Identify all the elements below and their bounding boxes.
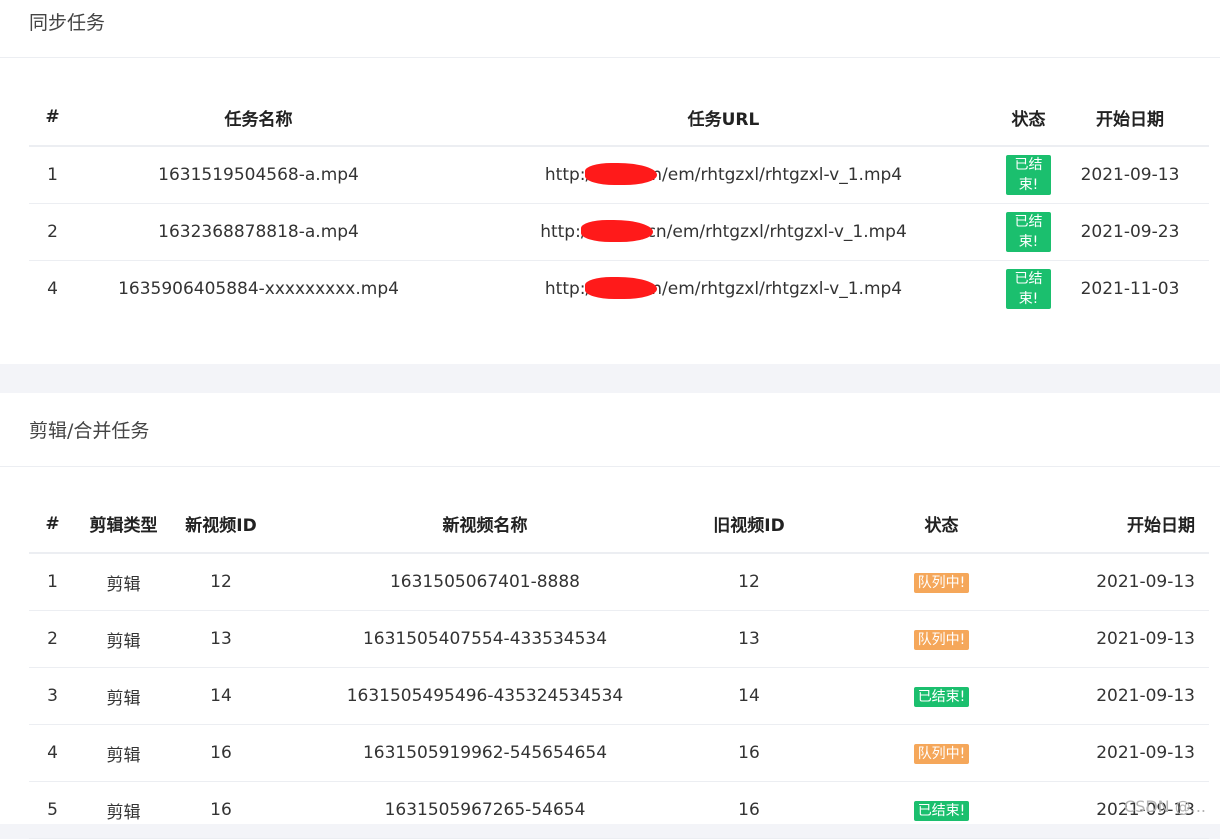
url-suffix: cn/em/rhtgzxl/rhtgzxl-v_1.mp4 bbox=[646, 222, 907, 242]
status-cell: 队列中! bbox=[799, 610, 1084, 668]
start-date: 2021-09-13 bbox=[1084, 553, 1209, 611]
task-name: 1635906405884-xxxxxxxxx.mp4 bbox=[118, 279, 399, 299]
url-suffix: n/em/rhtgzxl/rhtgzxl-v_1.mp4 bbox=[651, 279, 903, 299]
redaction-mark bbox=[585, 163, 658, 185]
old-video-id: 13 bbox=[699, 610, 799, 668]
col-index-header: # bbox=[29, 495, 76, 554]
new-video-name: 1631505495496-435324534534 bbox=[271, 667, 699, 725]
redaction-mark bbox=[580, 220, 653, 242]
table-row: 2 1632368878818-a.mp4 http:/ cn/em/rhtgzxl/… bbox=[29, 203, 1209, 261]
redaction-mark bbox=[585, 277, 658, 299]
edit-type: 剪辑 bbox=[76, 553, 171, 611]
col-edit-type-header: 剪辑类型 bbox=[76, 495, 171, 554]
table-row: 2 剪辑 13 1631505407554-433534534 13 队列中! 2021-0… bbox=[29, 610, 1209, 668]
col-start-date-header: 开始日期 bbox=[1051, 89, 1209, 147]
old-video-id: 12 bbox=[699, 553, 799, 611]
status-cell: 已结束! bbox=[799, 667, 1084, 725]
status-badge: 已结束! bbox=[1006, 269, 1051, 309]
start-date: 2021-09-13 bbox=[1084, 667, 1209, 725]
row-index: 4 bbox=[47, 279, 58, 299]
edit-task-title: 剪辑/合并任务 bbox=[0, 393, 1220, 467]
col-start-date-header: 开始日期 bbox=[1084, 495, 1209, 554]
edit-table-header-row: # 剪辑类型 新视频ID 新视频名称 旧视频ID 状态 开始日期 bbox=[29, 495, 1209, 554]
url-prefix: http:/ bbox=[540, 222, 587, 242]
row-index: 1 bbox=[29, 146, 76, 204]
edit-type: 剪辑 bbox=[76, 781, 171, 839]
table-row: 5 剪辑 16 1631505967265-54654 16 已结束! 2021-09-13 bbox=[29, 781, 1209, 839]
edit-task-table: # 剪辑类型 新视频ID 新视频名称 旧视频ID 状态 开始日期 1 剪辑 12 16… bbox=[29, 495, 1209, 839]
new-video-id: 13 bbox=[171, 610, 271, 668]
new-video-name: 1631505407554-433534534 bbox=[271, 610, 699, 668]
start-date: 2021-09-13 bbox=[1051, 146, 1209, 204]
row-index: 2 bbox=[29, 203, 76, 261]
status-cell: 已结束! bbox=[1006, 203, 1051, 261]
status-badge: 已结束! bbox=[913, 686, 970, 707]
old-video-id: 16 bbox=[699, 724, 799, 782]
table-row: 1 剪辑 12 1631505067401-8888 12 队列中! 2021-09-13 bbox=[29, 553, 1209, 611]
new-video-id: 16 bbox=[171, 781, 271, 839]
new-video-id: 16 bbox=[171, 724, 271, 782]
sync-table-header-row: # 任务名称 任务URL 状态 开始日期 bbox=[29, 89, 1209, 147]
table-row: 4 剪辑 16 1631505919962-545654654 16 队列中! 2021-0… bbox=[29, 724, 1209, 782]
old-video-id: 14 bbox=[699, 667, 799, 725]
edit-type: 剪辑 bbox=[76, 610, 171, 668]
edit-type: 剪辑 bbox=[76, 724, 171, 782]
col-new-video-name-header: 新视频名称 bbox=[271, 495, 699, 554]
status-cell: 队列中! bbox=[799, 724, 1084, 782]
row-index: 1 bbox=[29, 553, 76, 611]
new-video-name: 1631505967265-54654 bbox=[271, 781, 699, 839]
task-name: 1631519504568-a.mp4 bbox=[76, 146, 441, 204]
old-video-id: 16 bbox=[699, 781, 799, 839]
task-url: http:/n/em/rhtgzxl/rhtgzxl-v_1.mp4 bbox=[441, 146, 1006, 204]
row-index: 5 bbox=[29, 781, 76, 839]
sync-task-card: 同步任务 # 任务名称 任务URL 状态 开始日期 1 1631519504568… bbox=[0, 0, 1220, 364]
status-badge: 已结束! bbox=[913, 800, 970, 821]
table-row: 3 剪辑 14 1631505495496-435324534534 14 已结束! 202… bbox=[29, 667, 1209, 725]
row-index: 4 bbox=[29, 724, 76, 782]
task-name: 1632368878818-a.mp4 bbox=[76, 203, 441, 261]
table-row: 1 1631519504568-a.mp4 http:/n/em/rhtgzxl/r… bbox=[29, 146, 1209, 204]
url-suffix: n/em/rhtgzxl/rhtgzxl-v_1.mp4 bbox=[651, 165, 903, 185]
edit-type: 剪辑 bbox=[76, 667, 171, 725]
row-index: 2 bbox=[29, 610, 76, 668]
new-video-name: 1631505919962-545654654 bbox=[271, 724, 699, 782]
status-cell: 已结束! bbox=[1006, 261, 1051, 318]
col-index-header: # bbox=[29, 89, 76, 147]
sync-task-table: # 任务名称 任务URL 状态 开始日期 1 1631519504568-a.mp… bbox=[29, 89, 1209, 317]
status-badge: 队列中! bbox=[913, 572, 970, 593]
sync-task-title: 同步任务 bbox=[0, 0, 1220, 58]
col-status-header: 状态 bbox=[799, 495, 1084, 554]
col-new-video-id-header: 新视频ID bbox=[171, 495, 271, 554]
start-date: 2021-09-13 bbox=[1084, 610, 1209, 668]
start-date: 2021-11-03 bbox=[1080, 279, 1180, 299]
status-badge: 已结束! bbox=[1006, 155, 1051, 195]
csdn-watermark: CSDN @... bbox=[1124, 797, 1206, 816]
start-date: 2021-09-13 bbox=[1084, 724, 1209, 782]
new-video-id: 12 bbox=[171, 553, 271, 611]
status-badge: 已结束! bbox=[1006, 212, 1051, 252]
status-cell: 已结束! bbox=[799, 781, 1084, 839]
new-video-name: 1631505067401-8888 bbox=[271, 553, 699, 611]
col-task-name-header: 任务名称 bbox=[76, 89, 441, 147]
task-url: http:/ cn/em/rhtgzxl/rhtgzxl-v_1.mp4 bbox=[441, 203, 1006, 261]
new-video-id: 14 bbox=[171, 667, 271, 725]
status-cell: 已结束! bbox=[1006, 146, 1051, 204]
status-badge: 队列中! bbox=[913, 629, 970, 650]
row-index: 3 bbox=[29, 667, 76, 725]
status-badge: 队列中! bbox=[913, 743, 970, 764]
start-date: 2021-09-23 bbox=[1051, 203, 1209, 261]
col-old-video-id-header: 旧视频ID bbox=[699, 495, 799, 554]
table-row: 4 1635906405884-xxxxxxxxx.mp4 http:/n/em/r… bbox=[29, 261, 1209, 318]
edit-task-card: 剪辑/合并任务 # 剪辑类型 新视频ID 新视频名称 旧视频ID 状态 开始日期… bbox=[0, 393, 1220, 839]
task-url: http:/n/em/rhtgzxl/rhtgzxl-v_1.mp4 bbox=[441, 261, 1006, 318]
status-cell: 队列中! bbox=[799, 553, 1084, 611]
col-status-header: 状态 bbox=[1006, 89, 1051, 147]
col-task-url-header: 任务URL bbox=[441, 89, 1006, 147]
